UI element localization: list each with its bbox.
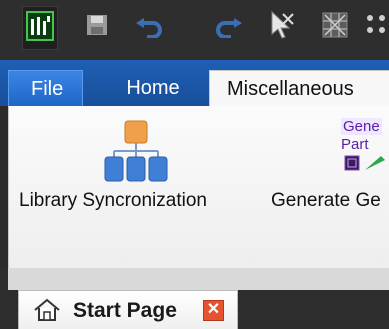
generate-icon-text-bottom: Part	[341, 136, 369, 153]
pointer-cross-icon	[268, 10, 294, 45]
document-area: Start Page ✕	[0, 268, 389, 329]
generate-part-button[interactable]: Gene Part Generate Ge	[259, 106, 389, 256]
redo-icon	[214, 12, 244, 43]
close-tab-button[interactable]: ✕	[203, 300, 224, 321]
library-sync-icon	[102, 118, 170, 191]
dots-tool-button[interactable]	[360, 6, 389, 48]
start-page-tab[interactable]: Start Page ✕	[18, 290, 238, 329]
home-icon	[33, 298, 61, 327]
quick-access-toolbar	[0, 0, 389, 60]
save-button[interactable]	[80, 6, 114, 48]
ribbon-panel: Library Syncronization Gene Part Generat…	[8, 106, 389, 268]
tab-miscellaneous[interactable]: Miscellaneous	[209, 70, 389, 106]
redo-button[interactable]	[212, 6, 246, 48]
generate-icon-text-top: Gene	[341, 118, 382, 135]
tab-file[interactable]: File	[8, 70, 83, 106]
ribbon-tab-bar: File Home Miscellaneous	[0, 60, 389, 106]
grid-tool-button[interactable]	[318, 6, 352, 48]
generate-part-label: Generate Ge	[271, 190, 381, 211]
save-icon	[86, 14, 108, 41]
grid-icon	[322, 12, 348, 43]
start-page-label: Start Page	[73, 299, 177, 322]
close-icon: ✕	[206, 301, 221, 318]
dots-icon	[364, 12, 389, 43]
document-tab-strip	[8, 268, 389, 290]
app-logo-icon	[26, 10, 54, 46]
tab-home[interactable]: Home	[108, 70, 198, 106]
library-sync-button[interactable]: Library Syncronization	[9, 106, 257, 256]
pointer-tool-button[interactable]	[264, 6, 298, 48]
library-sync-label: Library Syncronization	[19, 190, 207, 211]
undo-button[interactable]	[132, 6, 166, 48]
app-logo-button[interactable]	[22, 6, 58, 50]
undo-icon	[134, 12, 164, 43]
generate-part-icon: Gene Part	[341, 118, 389, 182]
